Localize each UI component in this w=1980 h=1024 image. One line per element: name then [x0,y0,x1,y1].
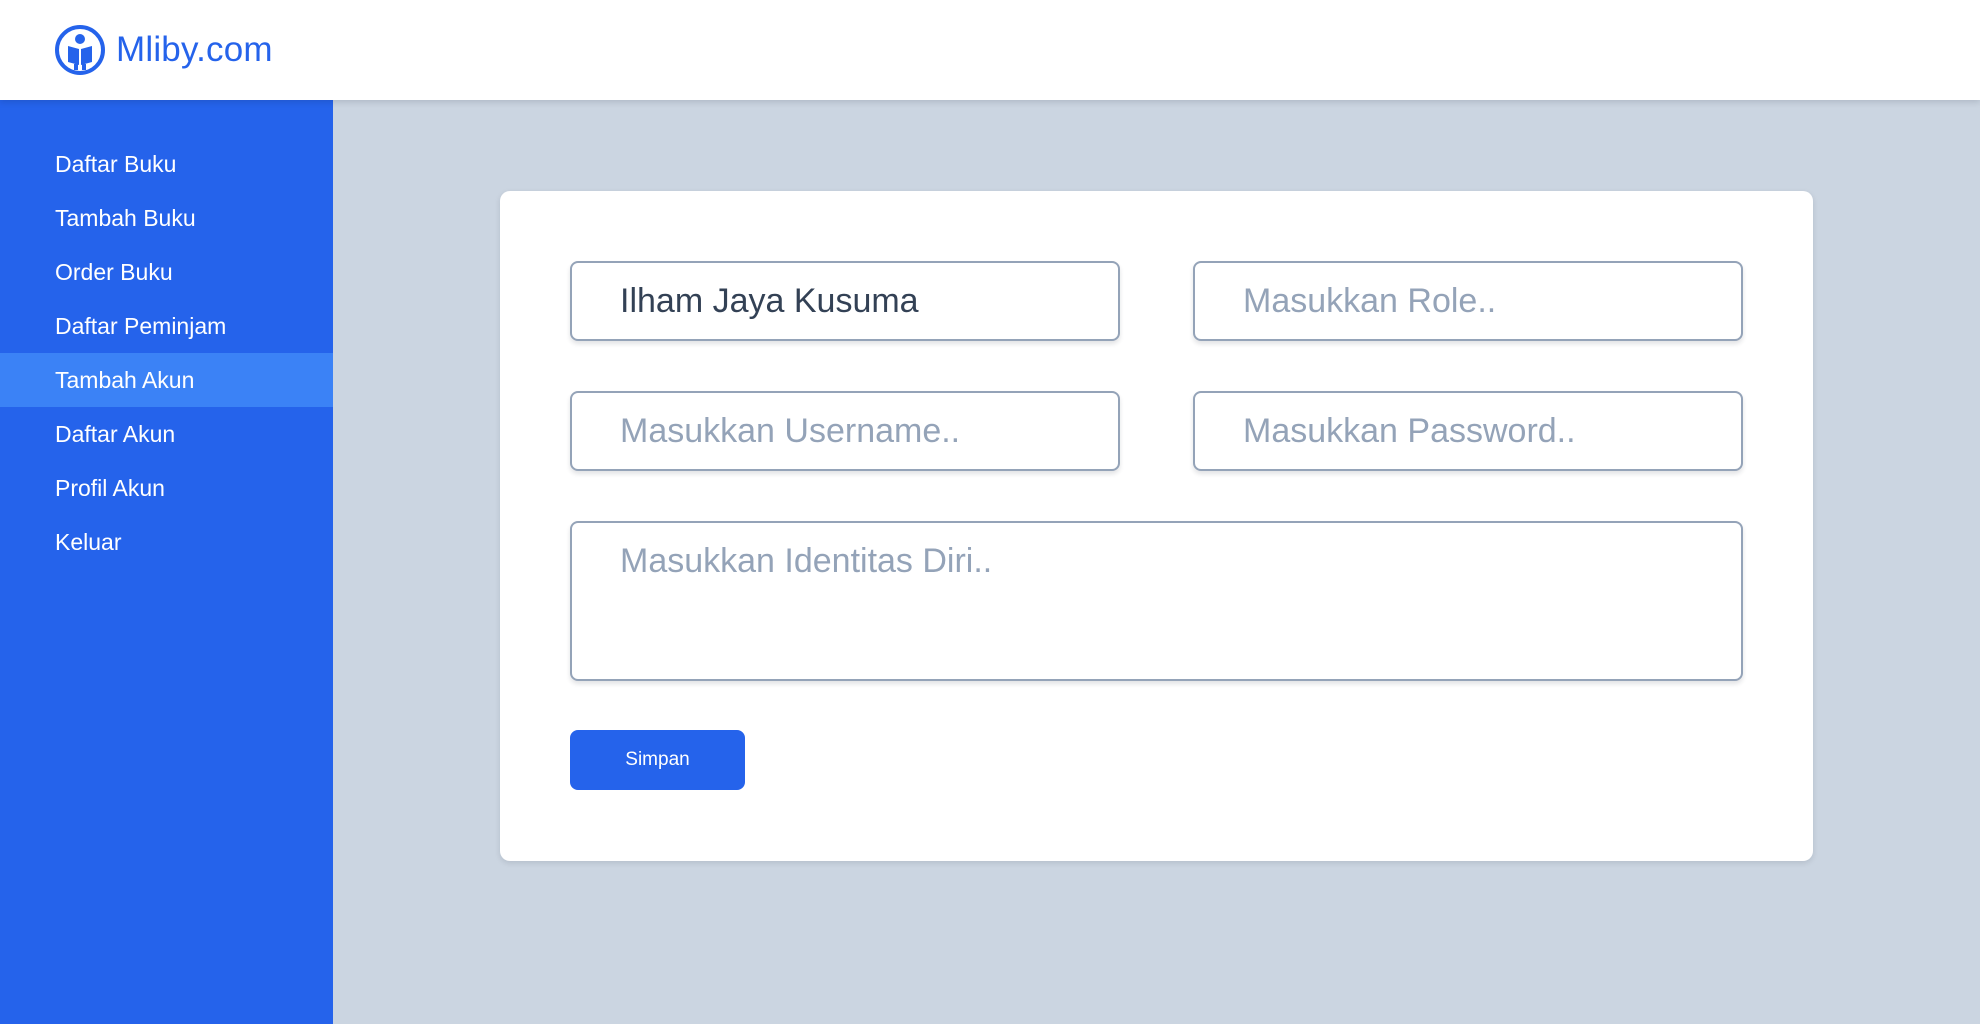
role-input[interactable] [1193,261,1743,341]
save-button[interactable]: Simpan [570,730,745,790]
brand-name[interactable]: Mliby.com [116,30,273,70]
sidebar: Daftar Buku Tambah Buku Order Buku Dafta… [0,100,333,1024]
add-account-form-card: Simpan [500,191,1813,861]
name-input[interactable] [570,261,1120,341]
main-content: Simpan [333,100,1980,1024]
sidebar-item-daftar-peminjam[interactable]: Daftar Peminjam [0,299,333,353]
sidebar-item-keluar[interactable]: Keluar [0,515,333,569]
sidebar-item-tambah-buku[interactable]: Tambah Buku [0,191,333,245]
identity-textarea[interactable] [570,521,1743,681]
password-input[interactable] [1193,391,1743,471]
sidebar-item-profil-akun[interactable]: Profil Akun [0,461,333,515]
username-input[interactable] [570,391,1120,471]
sidebar-item-daftar-akun[interactable]: Daftar Akun [0,407,333,461]
sidebar-item-daftar-buku[interactable]: Daftar Buku [0,137,333,191]
top-header: Mliby.com [0,0,1980,100]
reader-book-icon[interactable] [54,24,106,76]
sidebar-item-order-buku[interactable]: Order Buku [0,245,333,299]
sidebar-item-tambah-akun[interactable]: Tambah Akun [0,353,333,407]
